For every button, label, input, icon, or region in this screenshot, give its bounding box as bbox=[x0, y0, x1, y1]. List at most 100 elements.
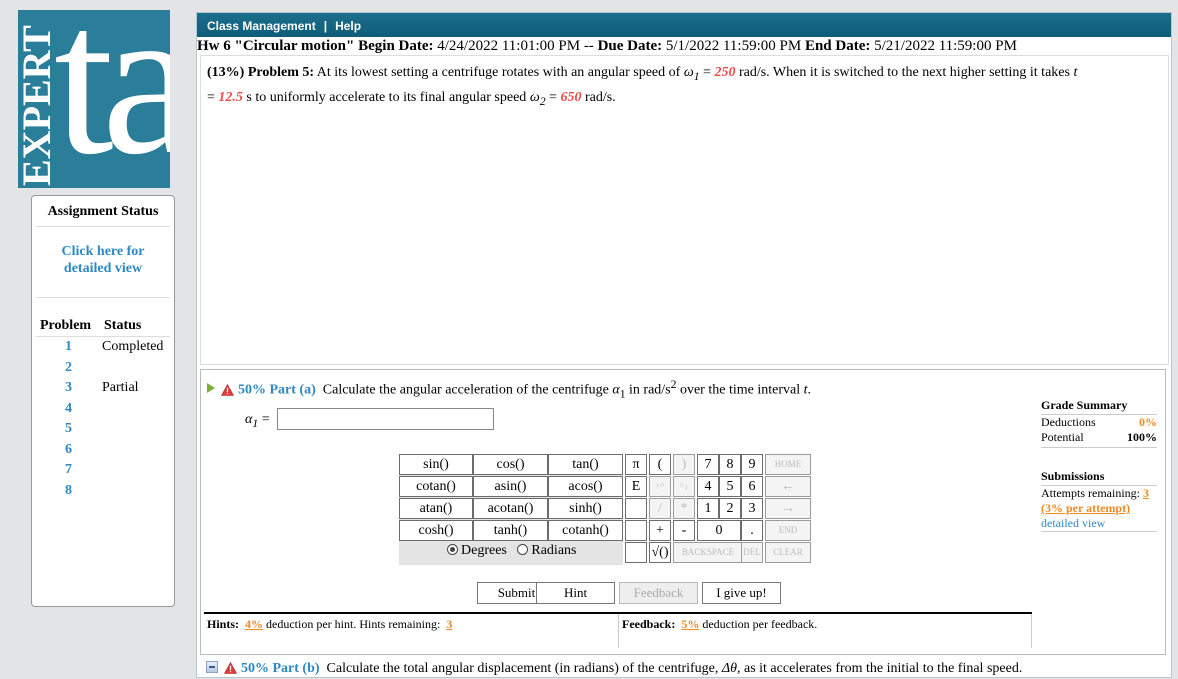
left-paren-key[interactable]: ( bbox=[649, 454, 671, 475]
equals: = bbox=[258, 412, 270, 427]
part-a-text: in rad/s bbox=[625, 382, 671, 398]
problem-number[interactable]: 3 bbox=[65, 380, 72, 396]
hints-remaining: 3 bbox=[446, 617, 453, 631]
sin-key[interactable]: sin() bbox=[399, 454, 473, 475]
cosh-key[interactable]: cosh() bbox=[399, 520, 473, 541]
problem-row[interactable]: 2 bbox=[32, 360, 176, 380]
digit-6-key[interactable]: 6 bbox=[741, 476, 763, 497]
blank-key[interactable] bbox=[625, 498, 647, 519]
acotan-key[interactable]: acotan() bbox=[473, 498, 548, 519]
multiply-key[interactable]: * bbox=[673, 498, 695, 519]
problem-row[interactable]: 1 Completed bbox=[32, 339, 176, 359]
problem-number[interactable]: 6 bbox=[65, 442, 72, 458]
give-up-button[interactable]: I give up! bbox=[702, 582, 781, 604]
digit-4-key[interactable]: 4 bbox=[697, 476, 719, 497]
problem-number[interactable]: 8 bbox=[65, 483, 72, 499]
problem-number[interactable]: 2 bbox=[65, 360, 72, 376]
part-a-percent: 50% Part (a) bbox=[238, 382, 316, 398]
problem-number[interactable]: 4 bbox=[65, 401, 72, 417]
left-arrow-key[interactable]: ← bbox=[765, 476, 811, 497]
atan-key[interactable]: atan() bbox=[399, 498, 473, 519]
detailed-view-link[interactable]: Click here for detailed view bbox=[32, 243, 174, 277]
collapse-icon[interactable] bbox=[206, 661, 218, 673]
plus-key[interactable]: + bbox=[649, 520, 671, 541]
problem-row[interactable]: 6 bbox=[32, 442, 176, 462]
decimal-key[interactable]: . bbox=[741, 520, 763, 541]
problem-number[interactable]: 5 bbox=[65, 421, 72, 437]
problem-row[interactable]: 8 bbox=[32, 483, 176, 503]
part-a-text: over the time interval bbox=[676, 382, 804, 398]
delta-theta-symbol: Δθ bbox=[721, 661, 737, 676]
problem-number[interactable]: 1 bbox=[65, 339, 72, 355]
class-management-menu[interactable]: Class Management bbox=[207, 19, 316, 33]
problem-number[interactable]: 7 bbox=[65, 462, 72, 478]
submissions-detailed-view-link[interactable]: detailed view bbox=[1041, 516, 1157, 532]
sqrt-key[interactable]: √() bbox=[649, 542, 671, 563]
digit-7-key[interactable]: 7 bbox=[697, 454, 719, 475]
problem-statement-box: (13%) Problem 5: At its lowest setting a… bbox=[200, 55, 1169, 365]
e-key[interactable]: E bbox=[625, 476, 647, 497]
cotan-key[interactable]: cotan() bbox=[399, 476, 473, 497]
delete-key[interactable]: DEL bbox=[741, 542, 763, 563]
asin-key[interactable]: asin() bbox=[473, 476, 548, 497]
digit-8-key[interactable]: 8 bbox=[719, 454, 741, 475]
home-key[interactable]: HOME bbox=[765, 454, 811, 475]
attempts-label: Attempts remaining: bbox=[1041, 486, 1140, 500]
hint-deduction: 4% bbox=[245, 617, 264, 631]
blank-key[interactable] bbox=[625, 520, 647, 541]
cos-key[interactable]: cos() bbox=[473, 454, 548, 475]
equals: = bbox=[207, 89, 219, 105]
divider bbox=[36, 336, 170, 337]
digit-1-key[interactable]: 1 bbox=[697, 498, 719, 519]
minus-key[interactable]: - bbox=[673, 520, 695, 541]
hints-feedback-bar: Hints: 4% deduction per hint. Hints rema… bbox=[204, 612, 1032, 648]
clear-key[interactable]: CLEAR bbox=[765, 542, 811, 563]
submissions-title: Submissions bbox=[1041, 469, 1157, 486]
digit-2-key[interactable]: 2 bbox=[719, 498, 741, 519]
tanh-key[interactable]: tanh() bbox=[473, 520, 548, 541]
acos-key[interactable]: acos() bbox=[548, 476, 623, 497]
degrees-radio[interactable] bbox=[447, 544, 458, 555]
problem-row[interactable]: 5 bbox=[32, 421, 176, 441]
cotanh-key[interactable]: cotanh() bbox=[548, 520, 623, 541]
period: . bbox=[807, 382, 811, 398]
warning-icon bbox=[221, 383, 234, 396]
part-a-panel: 50% Part (a) Calculate the angular accel… bbox=[200, 369, 1166, 655]
feedback-button[interactable]: Feedback bbox=[619, 582, 698, 604]
problem-row[interactable]: 4 bbox=[32, 401, 176, 421]
help-menu[interactable]: Help bbox=[335, 19, 361, 33]
omega-symbol: ω bbox=[683, 65, 694, 80]
divide-key[interactable]: / bbox=[649, 498, 671, 519]
answer-input[interactable] bbox=[277, 408, 494, 430]
problem-text: s to uniformly accelerate to its final a… bbox=[242, 89, 530, 105]
down-caret-key[interactable]: ^↓ bbox=[673, 476, 695, 497]
right-paren-key[interactable]: ) bbox=[673, 454, 695, 475]
end-key[interactable]: END bbox=[765, 520, 811, 541]
feedback-deduction: 5% bbox=[681, 617, 700, 631]
play-icon[interactable] bbox=[207, 382, 215, 393]
blank-key[interactable] bbox=[625, 542, 647, 563]
hint-button[interactable]: Hint bbox=[536, 582, 615, 604]
radians-radio[interactable] bbox=[517, 544, 529, 555]
omega-symbol: ω bbox=[529, 89, 540, 105]
tan-key[interactable]: tan() bbox=[548, 454, 623, 475]
pi-key[interactable]: π bbox=[625, 454, 647, 475]
problem-status: Partial bbox=[102, 380, 139, 395]
problem-row[interactable]: 3 Partial bbox=[32, 380, 176, 400]
digit-9-key[interactable]: 9 bbox=[741, 454, 763, 475]
part-b-header: 50% Part (b) Calculate the total angular… bbox=[200, 657, 1166, 679]
hints-label: Hints: bbox=[207, 617, 240, 631]
digit-3-key[interactable]: 3 bbox=[741, 498, 763, 519]
up-caret-key[interactable]: ↑^ bbox=[649, 476, 671, 497]
problem-row[interactable]: 7 bbox=[32, 462, 176, 482]
sinh-key[interactable]: sinh() bbox=[548, 498, 623, 519]
grade-summary-title: Grade Summary bbox=[1041, 398, 1157, 415]
right-arrow-key[interactable]: → bbox=[765, 498, 811, 519]
digit-5-key[interactable]: 5 bbox=[719, 476, 741, 497]
backspace-key[interactable]: BACKSPACE bbox=[673, 542, 743, 563]
digit-0-key[interactable]: 0 bbox=[697, 520, 741, 541]
due-date: 5/1/2022 11:59:00 PM bbox=[665, 38, 802, 54]
part-b-text: , as it accelerates from the initial to … bbox=[736, 661, 1023, 676]
angle-mode: Degrees Radians bbox=[447, 543, 576, 559]
divider bbox=[1041, 447, 1157, 469]
